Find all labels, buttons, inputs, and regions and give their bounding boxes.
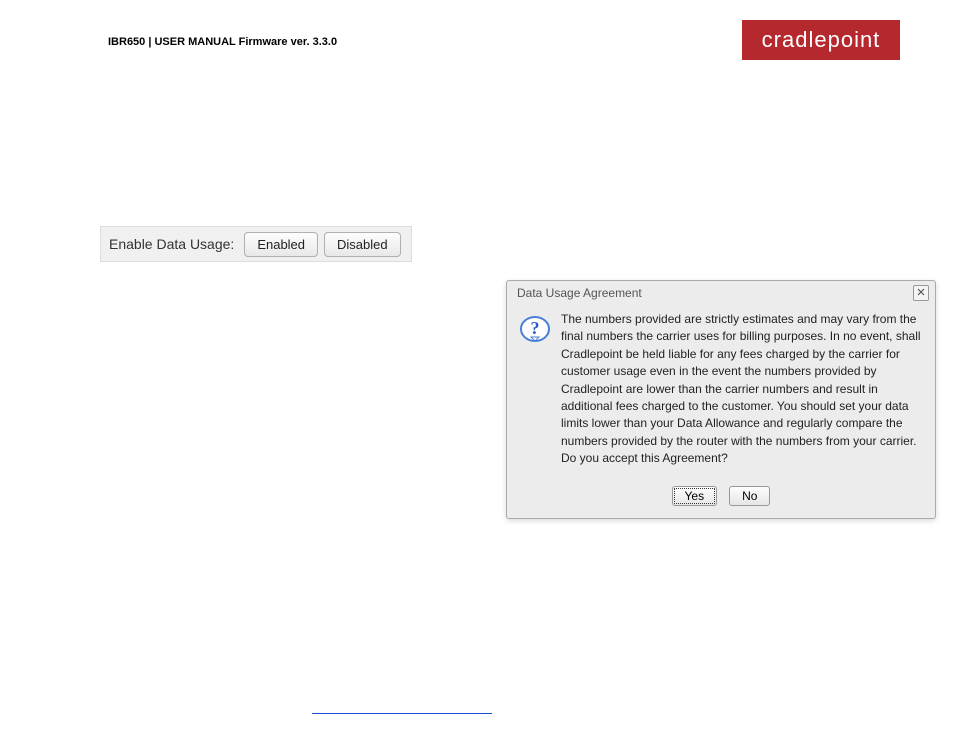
dialog-message: The numbers provided are strictly estima… <box>561 311 923 468</box>
enable-data-usage-label: Enable Data Usage: <box>109 236 234 252</box>
dialog-close-button[interactable] <box>913 285 929 301</box>
question-icon: ? <box>519 313 551 345</box>
disabled-button[interactable]: Disabled <box>324 232 401 257</box>
dialog-title-bar: Data Usage Agreement <box>507 281 935 305</box>
page-header-breadcrumb: IBR650 | USER MANUAL Firmware ver. 3.3.0 <box>108 36 337 48</box>
enable-data-usage-panel: Enable Data Usage: Enabled Disabled <box>100 226 412 262</box>
yes-button[interactable]: Yes <box>672 486 718 506</box>
svg-text:?: ? <box>531 318 540 338</box>
no-button[interactable]: No <box>729 486 770 506</box>
brand-logo: cradlepoint <box>742 20 900 60</box>
close-icon <box>916 287 926 300</box>
dialog-actions: Yes No <box>507 478 935 518</box>
dialog-title: Data Usage Agreement <box>517 286 642 300</box>
dialog-body: ? The numbers provided are strictly esti… <box>507 305 935 478</box>
footer-underline <box>312 713 492 714</box>
enabled-button[interactable]: Enabled <box>244 232 318 257</box>
data-usage-agreement-dialog: Data Usage Agreement ? The numbers provi… <box>506 280 936 519</box>
